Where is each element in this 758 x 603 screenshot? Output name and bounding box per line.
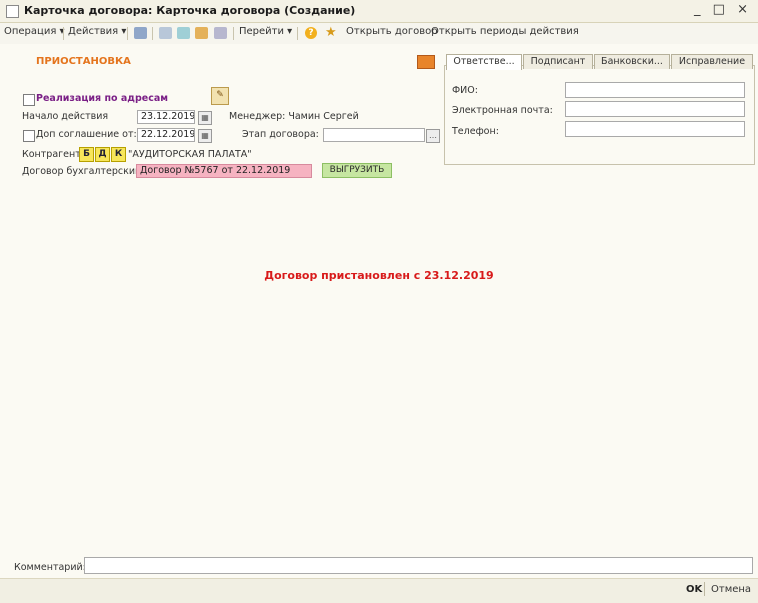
calendar-icon[interactable]: ▦ (198, 111, 212, 125)
toolbar-separator (233, 27, 234, 40)
document-icon[interactable] (195, 27, 208, 39)
counterparty-k-button[interactable]: К (111, 147, 126, 162)
stage-field[interactable] (323, 128, 425, 142)
contract-field[interactable]: Договор №5767 от 22.12.2019 (136, 164, 312, 178)
print-icon[interactable] (214, 27, 227, 39)
toolbar-separator (152, 27, 153, 40)
window-controls[interactable]: _ □ × (694, 2, 752, 17)
actions-menu[interactable]: Действия ▾ (68, 26, 126, 37)
tab-signatory[interactable]: Подписант (523, 54, 593, 69)
save-icon[interactable] (134, 27, 147, 39)
toolbar-separator (297, 27, 298, 40)
window-icon (6, 5, 19, 18)
operation-menu[interactable]: Операция ▾ (4, 26, 65, 37)
addresses-label: Реализация по адресам (36, 93, 168, 104)
help-icon[interactable]: ? (305, 27, 317, 39)
supplement-label: Доп соглашение от: (36, 129, 137, 140)
toolbar-separator (127, 27, 128, 40)
bottom-bar (0, 578, 758, 603)
counterparty-b-button[interactable]: Б (79, 147, 94, 162)
status-message: Договор пристановлен с 23.12.2019 (264, 269, 494, 282)
star-icon[interactable]: ★ (325, 25, 337, 40)
fio-field[interactable] (565, 82, 745, 98)
ok-button[interactable]: OK (686, 584, 702, 595)
grid-icon[interactable] (159, 27, 172, 39)
color-marker-button[interactable] (417, 55, 435, 69)
section-title: ПРИОСТАНОВКА (36, 56, 131, 67)
copy-icon[interactable] (177, 27, 190, 39)
upload-button[interactable]: ВЫГРУЗИТЬ (322, 163, 392, 178)
email-label: Электронная почта: (452, 105, 553, 116)
start-label: Начало действия (22, 111, 109, 122)
comment-field[interactable] (84, 557, 753, 574)
comment-label: Комментарий: (14, 562, 86, 573)
stage-label: Этап договора: (242, 129, 319, 140)
email-field[interactable] (565, 101, 745, 117)
manager-text: Менеджер: Чамин Сергей (229, 111, 359, 122)
addresses-checkbox[interactable] (23, 94, 35, 106)
window-title: Карточка договора: Карточка договора (Со… (24, 4, 356, 17)
tab-correction[interactable]: Исправление (671, 54, 753, 69)
start-date-field[interactable]: 23.12.2019 (137, 110, 195, 124)
document-edit-icon[interactable]: ✎ (211, 87, 229, 105)
calendar-icon[interactable]: ▦ (198, 129, 212, 143)
counterparty-value: "АУДИТОРСКАЯ ПАЛАТА" (128, 149, 252, 160)
tab-responsible[interactable]: Ответстве... (446, 54, 522, 70)
supplement-checkbox[interactable] (23, 130, 35, 142)
goto-menu[interactable]: Перейти ▾ (239, 26, 292, 37)
contract-label: Договор бухгалтерский: (22, 166, 145, 177)
supplement-date-field[interactable]: 22.12.2019 (137, 128, 195, 142)
cancel-button[interactable]: Отмена (711, 584, 751, 595)
phone-field[interactable] (565, 121, 745, 137)
open-periods-button[interactable]: Открыть периоды действия (431, 26, 579, 37)
counterparty-d-button[interactable]: Д (95, 147, 110, 162)
tab-bank[interactable]: Банковски... (594, 54, 670, 69)
fio-label: ФИО: (452, 85, 478, 96)
counterparty-label: Контрагент: (22, 149, 84, 160)
open-contract-button[interactable]: Открыть договор (346, 26, 438, 37)
select-button[interactable]: … (426, 129, 440, 143)
footer-separator (704, 582, 705, 596)
phone-label: Телефон: (452, 126, 499, 137)
toolbar-separator (63, 27, 64, 40)
